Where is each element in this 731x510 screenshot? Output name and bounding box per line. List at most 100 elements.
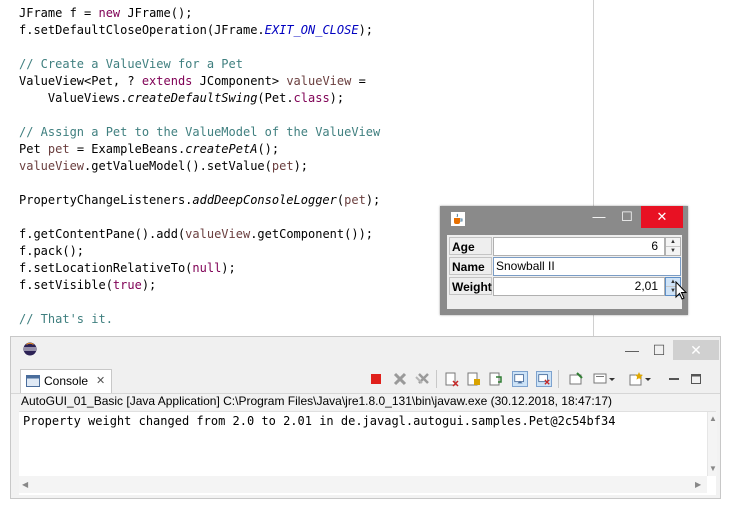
toolbar-separator [558, 370, 559, 388]
console-output-area[interactable]: Property weight changed from 2.0 to 2.01… [19, 411, 717, 495]
scroll-lock-icon[interactable] [466, 371, 482, 387]
display-console-dropdown-icon[interactable] [608, 371, 616, 387]
name-label: Name [449, 257, 492, 275]
code-token: createPetA [185, 142, 258, 156]
code-line[interactable]: f.setLocationRelativeTo(null); [19, 260, 380, 277]
code-token: // Assign a Pet to the ValueModel of the… [19, 125, 381, 139]
code-token: pet [271, 159, 294, 173]
code-line[interactable]: f.setVisible(true); [19, 277, 380, 294]
terminate-icon[interactable] [368, 371, 384, 387]
age-spin-up-icon[interactable]: ▲ [666, 238, 680, 247]
console-output-text[interactable]: Property weight changed from 2.0 to 2.01… [23, 414, 615, 428]
vertical-scrollbar[interactable]: ▲ ▼ [707, 412, 717, 476]
code-token: f.setLocationRelativeTo( [19, 261, 193, 275]
code-token: true [112, 278, 142, 292]
code-token: extends [141, 74, 193, 88]
code-line[interactable] [19, 209, 380, 226]
open-console-dropdown-icon[interactable] [644, 371, 652, 387]
code-token: ); [365, 193, 381, 207]
scroll-down-icon[interactable]: ▼ [709, 464, 717, 473]
remove-launch-icon[interactable] [392, 371, 408, 387]
scroll-left-icon[interactable]: ◀ [22, 480, 28, 489]
scroll-up-icon[interactable]: ▲ [709, 414, 717, 423]
scroll-right-icon[interactable]: ▶ [695, 480, 701, 489]
code-token: f.setVisible( [19, 278, 113, 292]
code-token: (); [257, 142, 280, 156]
code-line[interactable]: JFrame f = new JFrame(); [19, 5, 380, 22]
code-token: Pet [19, 142, 48, 156]
code-token: new [98, 6, 121, 20]
code-token: valueView [19, 159, 85, 173]
open-console-icon[interactable] [628, 371, 644, 387]
clear-console-icon[interactable] [444, 371, 460, 387]
view-maximize-icon[interactable] [688, 371, 704, 387]
console-icon [26, 375, 40, 387]
mouse-pointer-icon [675, 281, 688, 300]
code-line[interactable]: // Create a ValueView for a Pet [19, 56, 380, 73]
code-token: PropertyChangeListeners. [19, 193, 193, 207]
pin-console-icon[interactable] [568, 371, 584, 387]
horizontal-scrollbar[interactable]: ◀ ▶ [19, 476, 707, 493]
view-minimize-icon[interactable] [666, 371, 682, 387]
code-line[interactable] [19, 294, 380, 311]
frame-maximize-button[interactable]: ☐ [612, 206, 642, 228]
console-close-button[interactable]: ✕ [673, 340, 719, 360]
code-token: pet [47, 142, 70, 156]
source-code[interactable]: JFrame f = new JFrame(); f.setDefaultClos… [19, 5, 380, 328]
swing-frame-window[interactable]: — ☐ ✕ Age 6 ▲ ▼ Name Snowball II Weight … [440, 206, 688, 315]
eclipse-console-window[interactable]: — ☐ ✕ Console ✕ AutoGUI_01_Basic [Java A… [10, 336, 721, 499]
age-spin-down-icon[interactable]: ▼ [666, 247, 680, 255]
code-line[interactable]: valueView.getValueModel().setValue(pet); [19, 158, 380, 175]
console-maximize-button[interactable]: ☐ [646, 340, 672, 360]
show-console-on-stdout-icon[interactable] [512, 371, 528, 387]
code-token: .getComponent()); [250, 227, 374, 241]
code-token: ValueView<Pet, ? [19, 74, 142, 88]
eclipse-icon [23, 342, 37, 356]
code-token: f.getContentPane().add( [19, 227, 186, 241]
code-token: JFrame f = [19, 6, 99, 20]
weight-spinner-field[interactable]: 2,01 [493, 277, 665, 296]
frame-close-button[interactable]: ✕ [641, 206, 683, 228]
frame-minimize-button[interactable]: — [584, 206, 614, 228]
remove-all-terminated-icon[interactable] [414, 371, 430, 387]
tab-console[interactable]: Console ✕ [20, 369, 112, 393]
code-line[interactable]: // That's it. [19, 311, 380, 328]
launch-description: AutoGUI_01_Basic [Java Application] C:\P… [21, 394, 613, 408]
code-line[interactable]: // Assign a Pet to the ValueModel of the… [19, 124, 380, 141]
code-token: pet [344, 193, 366, 207]
code-line[interactable]: Pet pet = ExampleBeans.createPetA(); [19, 141, 380, 158]
code-token: valueView [286, 74, 352, 88]
code-line[interactable]: PropertyChangeListeners.addDeepConsoleLo… [19, 192, 380, 209]
code-line[interactable]: f.pack(); [19, 243, 380, 260]
name-text-field[interactable]: Snowball II [493, 257, 681, 276]
code-token: // Create a ValueView for a Pet [19, 57, 243, 71]
code-token: = [351, 74, 366, 88]
code-token: (Pet. [257, 91, 294, 105]
display-selected-console-icon[interactable] [592, 371, 608, 387]
age-spinner-field[interactable]: 6 [493, 237, 665, 256]
code-line[interactable] [19, 39, 380, 56]
code-token: JFrame(); [120, 6, 193, 20]
age-spinner-buttons[interactable]: ▲ ▼ [665, 237, 681, 256]
console-minimize-button[interactable]: — [619, 340, 645, 360]
code-line[interactable] [19, 175, 380, 192]
code-token: ); [221, 261, 236, 275]
word-wrap-icon[interactable] [488, 371, 504, 387]
code-token: ); [358, 23, 374, 37]
code-token: valueView [185, 227, 251, 241]
frame-title-bar[interactable]: — ☐ ✕ [440, 206, 688, 232]
code-line[interactable]: f.getContentPane().add(valueView.getComp… [19, 226, 380, 243]
code-token: ); [329, 91, 345, 105]
frame-content-pane: Age 6 ▲ ▼ Name Snowball II Weight 2,01 ▲… [447, 235, 682, 309]
tab-close-icon[interactable]: ✕ [96, 370, 105, 392]
show-console-on-stderr-icon[interactable] [536, 371, 552, 387]
code-token: .getValueModel().setValue( [84, 159, 272, 173]
code-line[interactable]: ValueViews.createDefaultSwing(Pet.class)… [19, 90, 380, 107]
code-token: ValueViews. [19, 91, 128, 105]
console-window-title-bar[interactable]: — ☐ ✕ [11, 337, 720, 363]
code-line[interactable]: ValueView<Pet, ? extends JComponent> val… [19, 73, 380, 90]
code-token: ); [141, 278, 157, 292]
toolbar-separator [436, 370, 437, 388]
code-line[interactable]: f.setDefaultCloseOperation(JFrame.EXIT_O… [19, 22, 380, 39]
code-line[interactable] [19, 107, 380, 124]
